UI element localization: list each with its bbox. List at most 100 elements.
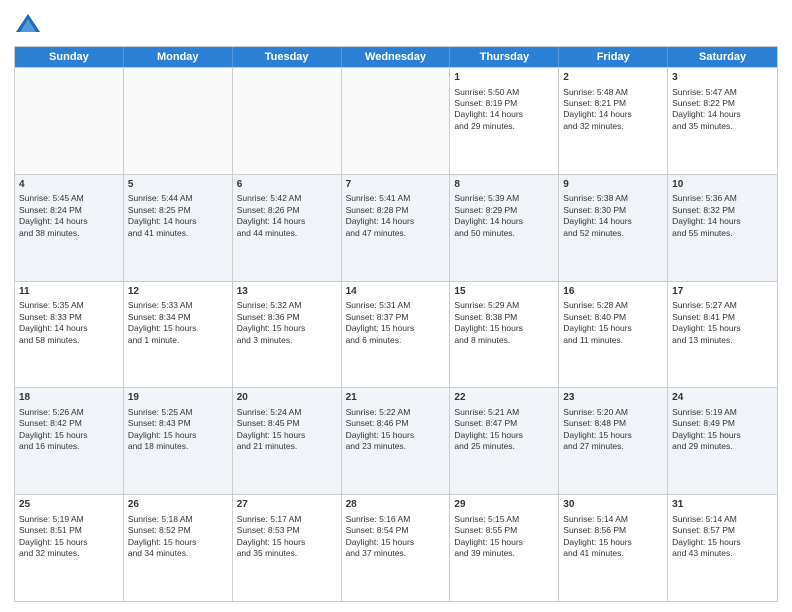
day-details: Sunrise: 5:25 AM Sunset: 8:43 PM Dayligh…: [128, 407, 228, 453]
calendar-cell: 11Sunrise: 5:35 AM Sunset: 8:33 PM Dayli…: [15, 282, 124, 388]
calendar-row: 25 Sunrise: 5:19 AM Sunset: 8:51 PM Dayli…: [15, 494, 777, 601]
day-details: Sunrise: 5:33 AM Sunset: 8:34 PM Dayligh…: [128, 300, 228, 346]
day-number: 11: [19, 285, 119, 299]
day-details: Sunrise: 5:14 AM Sunset: 8:56 PM Dayligh…: [563, 514, 663, 560]
calendar-cell: 20 Sunrise: 5:24 AM Sunset: 8:45 PM Dayli…: [233, 388, 342, 494]
calendar-cell: [233, 68, 342, 174]
calendar-cell: 13Sunrise: 5:32 AM Sunset: 8:36 PM Dayli…: [233, 282, 342, 388]
day-number: 18: [19, 391, 119, 405]
calendar-row: 1 Sunrise: 5:50 AM Sunset: 8:19 PM Daylig…: [15, 67, 777, 174]
calendar-cell: 8Sunrise: 5:39 AM Sunset: 8:29 PM Daylig…: [450, 175, 559, 281]
weekday-header: Friday: [559, 47, 668, 67]
day-number: 2: [563, 71, 663, 85]
day-details: Sunrise: 5:42 AM Sunset: 8:26 PM Dayligh…: [237, 193, 337, 239]
day-details: Sunrise: 5:47 AM Sunset: 8:22 PM Dayligh…: [672, 87, 773, 133]
day-details: Sunrise: 5:17 AM Sunset: 8:53 PM Dayligh…: [237, 514, 337, 560]
day-details: Sunrise: 5:31 AM Sunset: 8:37 PM Dayligh…: [346, 300, 446, 346]
day-number: 30: [563, 498, 663, 512]
calendar-cell: 28 Sunrise: 5:16 AM Sunset: 8:54 PM Dayli…: [342, 495, 451, 601]
logo: [14, 10, 46, 38]
day-number: 1: [454, 71, 554, 85]
weekday-header: Tuesday: [233, 47, 342, 67]
calendar-cell: 31 Sunrise: 5:14 AM Sunset: 8:57 PM Dayli…: [668, 495, 777, 601]
day-details: Sunrise: 5:18 AM Sunset: 8:52 PM Dayligh…: [128, 514, 228, 560]
calendar-cell: 2 Sunrise: 5:48 AM Sunset: 8:21 PM Daylig…: [559, 68, 668, 174]
day-details: Sunrise: 5:26 AM Sunset: 8:42 PM Dayligh…: [19, 407, 119, 453]
day-details: Sunrise: 5:15 AM Sunset: 8:55 PM Dayligh…: [454, 514, 554, 560]
calendar-cell: 12Sunrise: 5:33 AM Sunset: 8:34 PM Dayli…: [124, 282, 233, 388]
day-number: 3: [672, 71, 773, 85]
calendar-cell: 25 Sunrise: 5:19 AM Sunset: 8:51 PM Dayli…: [15, 495, 124, 601]
calendar-cell: 19 Sunrise: 5:25 AM Sunset: 8:43 PM Dayli…: [124, 388, 233, 494]
calendar-cell: 7Sunrise: 5:41 AM Sunset: 8:28 PM Daylig…: [342, 175, 451, 281]
calendar-cell: 6Sunrise: 5:42 AM Sunset: 8:26 PM Daylig…: [233, 175, 342, 281]
header: [14, 10, 778, 38]
day-number: 19: [128, 391, 228, 405]
weekday-header: Monday: [124, 47, 233, 67]
day-number: 27: [237, 498, 337, 512]
day-details: Sunrise: 5:39 AM Sunset: 8:29 PM Dayligh…: [454, 193, 554, 239]
calendar-cell: 14Sunrise: 5:31 AM Sunset: 8:37 PM Dayli…: [342, 282, 451, 388]
day-number: 22: [454, 391, 554, 405]
day-details: Sunrise: 5:41 AM Sunset: 8:28 PM Dayligh…: [346, 193, 446, 239]
calendar-cell: 24Sunrise: 5:19 AM Sunset: 8:49 PM Dayli…: [668, 388, 777, 494]
calendar-cell: 4Sunrise: 5:45 AM Sunset: 8:24 PM Daylig…: [15, 175, 124, 281]
day-details: Sunrise: 5:19 AM Sunset: 8:51 PM Dayligh…: [19, 514, 119, 560]
calendar-cell: 29Sunrise: 5:15 AM Sunset: 8:55 PM Dayli…: [450, 495, 559, 601]
calendar-cell: [342, 68, 451, 174]
day-number: 16: [563, 285, 663, 299]
day-number: 13: [237, 285, 337, 299]
day-number: 8: [454, 178, 554, 192]
calendar-cell: 9Sunrise: 5:38 AM Sunset: 8:30 PM Daylig…: [559, 175, 668, 281]
day-details: Sunrise: 5:21 AM Sunset: 8:47 PM Dayligh…: [454, 407, 554, 453]
calendar-cell: 30 Sunrise: 5:14 AM Sunset: 8:56 PM Dayli…: [559, 495, 668, 601]
calendar-cell: 1 Sunrise: 5:50 AM Sunset: 8:19 PM Daylig…: [450, 68, 559, 174]
calendar: SundayMondayTuesdayWednesdayThursdayFrid…: [14, 46, 778, 602]
day-number: 5: [128, 178, 228, 192]
day-number: 20: [237, 391, 337, 405]
calendar-cell: 17Sunrise: 5:27 AM Sunset: 8:41 PM Dayli…: [668, 282, 777, 388]
day-number: 17: [672, 285, 773, 299]
day-number: 7: [346, 178, 446, 192]
day-details: Sunrise: 5:14 AM Sunset: 8:57 PM Dayligh…: [672, 514, 773, 560]
day-number: 31: [672, 498, 773, 512]
day-details: Sunrise: 5:50 AM Sunset: 8:19 PM Dayligh…: [454, 87, 554, 133]
day-details: Sunrise: 5:22 AM Sunset: 8:46 PM Dayligh…: [346, 407, 446, 453]
day-number: 24: [672, 391, 773, 405]
day-details: Sunrise: 5:16 AM Sunset: 8:54 PM Dayligh…: [346, 514, 446, 560]
day-number: 28: [346, 498, 446, 512]
day-details: Sunrise: 5:38 AM Sunset: 8:30 PM Dayligh…: [563, 193, 663, 239]
day-details: Sunrise: 5:35 AM Sunset: 8:33 PM Dayligh…: [19, 300, 119, 346]
day-number: 25: [19, 498, 119, 512]
day-details: Sunrise: 5:27 AM Sunset: 8:41 PM Dayligh…: [672, 300, 773, 346]
page: SundayMondayTuesdayWednesdayThursdayFrid…: [0, 0, 792, 612]
calendar-cell: 16Sunrise: 5:28 AM Sunset: 8:40 PM Dayli…: [559, 282, 668, 388]
weekday-header: Wednesday: [342, 47, 451, 67]
calendar-body: 1 Sunrise: 5:50 AM Sunset: 8:19 PM Daylig…: [15, 67, 777, 601]
calendar-cell: [15, 68, 124, 174]
day-details: Sunrise: 5:45 AM Sunset: 8:24 PM Dayligh…: [19, 193, 119, 239]
calendar-cell: 21 Sunrise: 5:22 AM Sunset: 8:46 PM Dayli…: [342, 388, 451, 494]
weekday-header: Saturday: [668, 47, 777, 67]
calendar-header: SundayMondayTuesdayWednesdayThursdayFrid…: [15, 47, 777, 67]
day-number: 12: [128, 285, 228, 299]
day-number: 6: [237, 178, 337, 192]
calendar-cell: 23Sunrise: 5:20 AM Sunset: 8:48 PM Dayli…: [559, 388, 668, 494]
day-number: 21: [346, 391, 446, 405]
calendar-cell: 5Sunrise: 5:44 AM Sunset: 8:25 PM Daylig…: [124, 175, 233, 281]
calendar-cell: 3 Sunrise: 5:47 AM Sunset: 8:22 PM Daylig…: [668, 68, 777, 174]
day-number: 23: [563, 391, 663, 405]
calendar-cell: 27 Sunrise: 5:17 AM Sunset: 8:53 PM Dayli…: [233, 495, 342, 601]
calendar-row: 11Sunrise: 5:35 AM Sunset: 8:33 PM Dayli…: [15, 281, 777, 388]
day-details: Sunrise: 5:48 AM Sunset: 8:21 PM Dayligh…: [563, 87, 663, 133]
day-number: 26: [128, 498, 228, 512]
day-details: Sunrise: 5:29 AM Sunset: 8:38 PM Dayligh…: [454, 300, 554, 346]
weekday-header: Sunday: [15, 47, 124, 67]
day-details: Sunrise: 5:24 AM Sunset: 8:45 PM Dayligh…: [237, 407, 337, 453]
day-number: 4: [19, 178, 119, 192]
day-number: 9: [563, 178, 663, 192]
calendar-cell: 22 Sunrise: 5:21 AM Sunset: 8:47 PM Dayli…: [450, 388, 559, 494]
calendar-cell: 18 Sunrise: 5:26 AM Sunset: 8:42 PM Dayli…: [15, 388, 124, 494]
logo-icon: [14, 10, 42, 38]
calendar-cell: 15Sunrise: 5:29 AM Sunset: 8:38 PM Dayli…: [450, 282, 559, 388]
